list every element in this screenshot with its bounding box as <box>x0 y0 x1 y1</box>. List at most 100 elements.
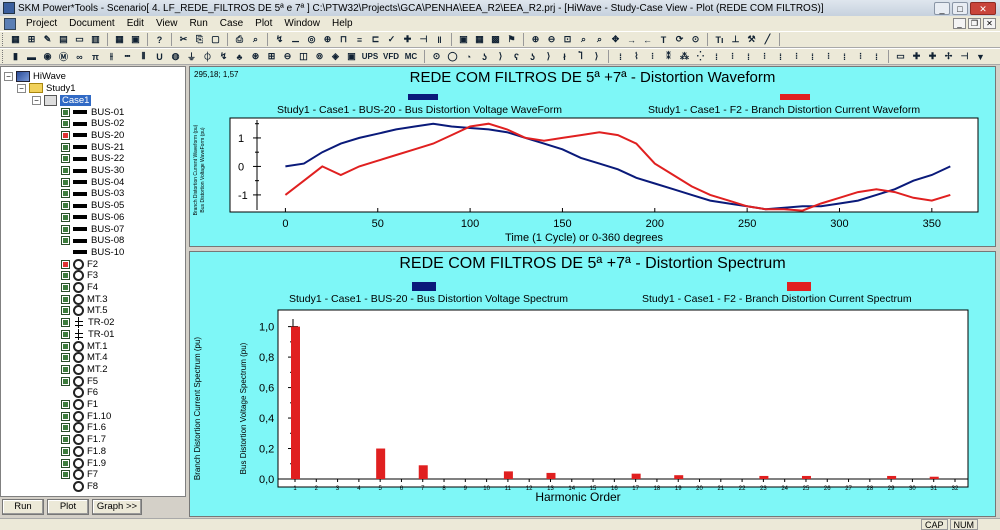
vertical-i-icon[interactable]: ⁞ <box>837 50 852 64</box>
source-icon[interactable]: ⊖ <box>280 50 295 64</box>
document-icon[interactable]: ▭ <box>72 33 87 47</box>
tree-item-checkbox[interactable] <box>61 212 70 222</box>
tree-item[interactable]: BUS-10 <box>61 246 124 258</box>
zoom-in-icon[interactable]: ⊕ <box>528 33 543 47</box>
menu-edit[interactable]: Edit <box>121 18 150 29</box>
bracket-icon[interactable]: ⟩ <box>493 50 508 64</box>
generator-icon[interactable]: ◉ <box>40 50 55 64</box>
tree-item-checkbox[interactable] <box>61 400 70 409</box>
menu-plot[interactable]: Plot <box>249 18 278 29</box>
vfd-button[interactable]: VFD <box>381 50 401 64</box>
menu-case[interactable]: Case <box>214 18 249 29</box>
sectionalizer-icon[interactable]: ⁂ <box>677 50 692 64</box>
fault-icon[interactable]: ↯ <box>216 50 231 64</box>
zoom-area-icon[interactable]: ⌕ <box>592 33 607 47</box>
tree-item[interactable]: MT.4 <box>61 352 108 364</box>
vertical-g-icon[interactable]: ⁞ <box>805 50 820 64</box>
switch-a-icon[interactable]: ⟩ <box>589 50 604 64</box>
graph-button[interactable]: Graph >> <box>92 499 142 515</box>
zoom-out-icon[interactable]: ⊖ <box>544 33 559 47</box>
tree-item-checkbox[interactable] <box>61 130 70 140</box>
contact-icon[interactable]: ⟩ <box>541 50 556 64</box>
vertical-d-icon[interactable]: ⁝ <box>757 50 772 64</box>
tree-item[interactable]: F1.8 <box>61 445 106 457</box>
chart-icon[interactable]: ▥ <box>88 33 103 47</box>
tree-item[interactable]: BUS-08 <box>61 235 124 247</box>
print-icon[interactable]: ⎙ <box>232 33 247 47</box>
tree-item-checkbox[interactable] <box>61 364 70 374</box>
waveform-plot-panel[interactable]: 295,18; 1,57 REDE COM FILTROS DE 5ª +7ª … <box>189 66 996 247</box>
mdi-close-button[interactable]: ✕ <box>983 18 996 29</box>
align-icon[interactable]: ⊥ <box>728 33 743 47</box>
breaker-icon[interactable]: ⊓ <box>336 33 351 47</box>
copy-icon[interactable]: ⎘ <box>192 33 207 47</box>
tree-item-checkbox[interactable] <box>61 376 70 386</box>
tree-item-checkbox[interactable] <box>61 154 70 164</box>
vertical-c-icon[interactable]: ⁞ <box>741 50 756 64</box>
tree-item[interactable]: BUS-21 <box>61 141 124 153</box>
menu-help[interactable]: Help <box>326 18 359 29</box>
fuse-b-icon[interactable]: ⁝ <box>645 50 660 64</box>
tree-item-checkbox[interactable] <box>61 189 70 199</box>
open-icon[interactable]: ◯ <box>445 50 460 64</box>
transformer-icon[interactable]: ∞ <box>72 50 87 64</box>
zoom-fit-icon[interactable]: ⊡ <box>560 33 575 47</box>
capacitor-icon[interactable]: ⫲ <box>104 50 119 64</box>
plant-icon[interactable]: ♣ <box>232 50 247 64</box>
menu-window[interactable]: Window <box>278 18 326 29</box>
meter-icon[interactable]: ⊛ <box>248 50 263 64</box>
tree-item-checkbox[interactable] <box>61 318 70 328</box>
edit-icon[interactable]: ✎ <box>40 33 55 47</box>
tree-item[interactable]: F1 <box>61 399 98 411</box>
tree-item-checkbox[interactable] <box>61 107 70 117</box>
grid-small-icon[interactable]: ▩ <box>488 33 503 47</box>
ground-icon[interactable]: ⏚ <box>184 50 199 64</box>
relay-b-icon[interactable]: ʖ <box>525 50 540 64</box>
bus-bar-icon[interactable]: ▬ <box>24 50 39 64</box>
tree-item[interactable]: MT.2 <box>61 363 108 375</box>
vertical-k-icon[interactable]: ⁞ <box>869 50 884 64</box>
arrow-left-icon[interactable]: ← <box>640 33 655 47</box>
menu-document[interactable]: Document <box>63 18 121 29</box>
dc-icon[interactable]: ⊏ <box>368 33 383 47</box>
tree-case[interactable]: − Case1 <box>32 94 92 106</box>
filter-icon[interactable]: ⊞ <box>264 50 279 64</box>
bus-icon[interactable]: ⚊ <box>288 33 303 47</box>
vertical-h-icon[interactable]: ⁝ <box>821 50 836 64</box>
recloser-icon[interactable]: ⁑ <box>661 50 676 64</box>
add-icon[interactable]: ✚ <box>400 33 415 47</box>
hook-icon[interactable]: ʖ <box>477 50 492 64</box>
pan-icon[interactable]: ✥ <box>608 33 623 47</box>
utility-icon[interactable]: ▮ <box>8 50 23 64</box>
text-format-icon[interactable]: Tı <box>712 33 727 47</box>
switchgear-icon[interactable]: ⁛ <box>693 50 708 64</box>
capacitor-icon[interactable]: ‖ <box>432 33 447 47</box>
collapse-icon[interactable]: − <box>4 71 13 81</box>
mc-button[interactable]: MC <box>402 50 420 64</box>
tree-item-checkbox[interactable] <box>61 353 70 363</box>
solar-icon[interactable]: ◈ <box>328 50 343 64</box>
impedance-icon[interactable]: ⦀ <box>136 50 151 64</box>
rotate-icon[interactable]: ⟳ <box>672 33 687 47</box>
print-preview-icon[interactable]: ⌕ <box>248 33 263 47</box>
disconnect-icon[interactable]: ⌇ <box>629 50 644 64</box>
tree-item[interactable]: BUS-01 <box>61 106 124 118</box>
motor-icon[interactable]: Ⓜ <box>56 50 71 64</box>
tree-item-checkbox[interactable] <box>61 177 70 187</box>
relay-a-icon[interactable]: ʕ <box>509 50 524 64</box>
tree-item-checkbox[interactable] <box>61 470 70 480</box>
tree-root[interactable]: − HiWave <box>4 70 66 82</box>
tree-item-checkbox[interactable] <box>61 435 70 445</box>
cable-icon[interactable]: ┅ <box>120 50 135 64</box>
tree-item-checkbox[interactable] <box>61 119 70 129</box>
tree-item[interactable]: BUS-07 <box>61 223 124 235</box>
collapse-icon[interactable]: − <box>32 95 41 105</box>
tree-item-checkbox[interactable] <box>61 306 70 316</box>
table-icon[interactable]: ▦ <box>112 33 127 47</box>
tree-item[interactable]: F8 <box>61 480 98 492</box>
battery-icon[interactable]: ▣ <box>344 50 359 64</box>
generator-icon[interactable]: ◎ <box>304 33 319 47</box>
tree-item[interactable]: F2 <box>61 258 98 270</box>
menu-project[interactable]: Project <box>20 18 63 29</box>
connect-icon[interactable]: ⊣ <box>957 50 972 64</box>
